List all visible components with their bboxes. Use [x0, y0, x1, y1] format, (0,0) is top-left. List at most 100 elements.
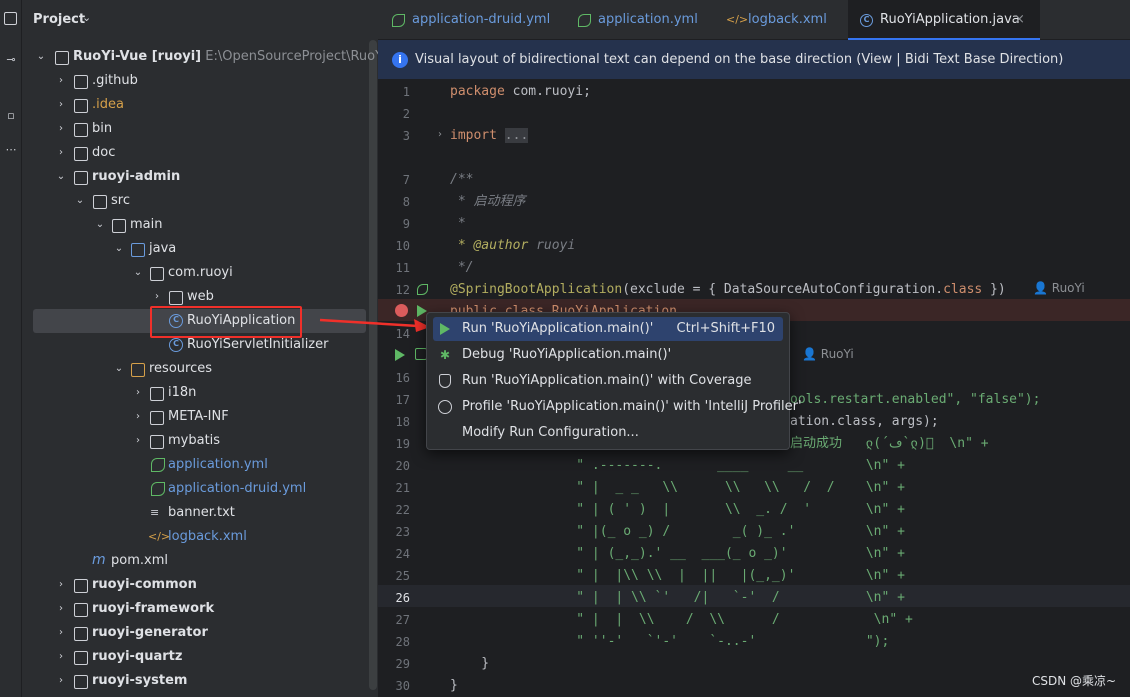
tree-item-ruoyi-admin[interactable]: ⌄ ruoyi-admin: [22, 165, 378, 189]
tree-item-label: resources: [149, 361, 213, 376]
banner-text[interactable]: Visual layout of bidirectional text can …: [415, 52, 1063, 67]
tree-item-label: application-druid.yml: [168, 481, 307, 496]
chevron-right-icon[interactable]: ›: [54, 597, 68, 621]
tree-root-ruoyi-vue[interactable]: ⌄ RuoYi-Vue [ruoyi] E:\OpenSourceProject…: [22, 45, 415, 69]
tab-label: RuoYiApplication.java: [880, 12, 1020, 27]
line-number: 17: [395, 393, 410, 407]
chevron-down-icon[interactable]: ⌄: [131, 261, 145, 285]
chevron-right-icon[interactable]: ›: [54, 69, 68, 93]
tree-item-label: ruoyi-framework: [92, 601, 215, 616]
tree-item-label: ruoyi-system: [92, 673, 188, 688]
tree-item-logback-xml[interactable]: </> logback.xml: [22, 525, 378, 549]
tree-item-main[interactable]: ⌄ main: [22, 213, 378, 237]
line-number: 21: [395, 481, 410, 495]
chevron-down-icon[interactable]: ⌄: [73, 189, 87, 213]
tree-item-label: i18n: [168, 385, 197, 400]
chevron-right-icon[interactable]: ›: [54, 645, 68, 669]
code-line-27: " | | \\ / \\ / \n" +: [498, 612, 913, 627]
module-folder-icon: [55, 51, 69, 65]
tab-ruoyiapplication-java[interactable]: C RuoYiApplication.java ×: [848, 0, 1040, 40]
tree-item-application-yml[interactable]: application.yml: [22, 453, 378, 477]
tab-logback-xml[interactable]: </> logback.xml: [726, 0, 836, 40]
tab-application-yml[interactable]: application.yml: [578, 0, 708, 40]
tree-item-label: .idea: [92, 97, 124, 112]
folder-icon: [150, 411, 164, 425]
menu-item-modify-run-configuration[interactable]: Modify Run Configuration...: [433, 421, 783, 445]
tree-item-application-druid-yml[interactable]: application-druid.yml: [22, 477, 378, 501]
tree-item-src[interactable]: ⌄ src: [22, 189, 378, 213]
line-number: 26: [395, 591, 410, 605]
tree-item-banner-txt[interactable]: ≡ banner.txt: [22, 501, 378, 525]
line-number: 28: [395, 635, 410, 649]
chevron-down-icon[interactable]: ⌄: [93, 213, 107, 237]
project-tool-icon[interactable]: [4, 12, 17, 25]
chevron-down-icon[interactable]: ⌄: [82, 11, 91, 24]
tree-item-doc[interactable]: › doc: [22, 141, 378, 165]
code-line-17: ools.restart.enabled", "false");: [790, 392, 1041, 407]
chevron-right-icon[interactable]: ›: [131, 381, 145, 405]
tree-item-label: pom.xml: [111, 553, 168, 568]
commit-tool-icon[interactable]: ⊸: [3, 52, 19, 68]
code-line-20: " .-------. ____ __ \n" +: [498, 458, 905, 473]
spring-bean-icon[interactable]: [417, 284, 428, 295]
tree-item-mybatis[interactable]: › mybatis: [22, 429, 378, 453]
chevron-right-icon[interactable]: ›: [131, 405, 145, 429]
tree-item-label: main: [130, 217, 163, 232]
tree-item-idea[interactable]: › .idea: [22, 93, 378, 117]
tree-item-github[interactable]: › .github: [22, 69, 378, 93]
tab-application-druid-yml[interactable]: application-druid.yml: [392, 0, 562, 40]
text-file-icon: ≡: [150, 506, 160, 519]
module-folder-icon: [74, 603, 88, 617]
menu-item-profile[interactable]: Profile 'RuoYiApplication.main()' with '…: [433, 395, 802, 419]
project-panel-title[interactable]: Project: [33, 12, 85, 27]
more-tools-icon[interactable]: ⋯: [3, 142, 19, 158]
structure-tool-icon[interactable]: ▫: [3, 108, 19, 124]
code-line-10: * @author ruoyi: [450, 238, 576, 253]
chevron-right-icon[interactable]: ›: [54, 93, 68, 117]
tab-label: application.yml: [598, 12, 698, 27]
line-number: 25: [395, 569, 410, 583]
tree-item-bin[interactable]: › bin: [22, 117, 378, 141]
tree-item-ruoyi-framework[interactable]: › ruoyi-framework: [22, 597, 378, 621]
tool-window-strip: ⊸ ▫ ⋯: [0, 0, 22, 697]
chevron-right-icon[interactable]: ›: [54, 669, 68, 693]
menu-item-run-with-coverage[interactable]: Run 'RuoYiApplication.main()' with Cover…: [433, 369, 783, 393]
chevron-right-icon[interactable]: ›: [54, 117, 68, 141]
line-number: 23: [395, 525, 410, 539]
fold-chevron-icon[interactable]: ›: [438, 129, 442, 140]
tree-item-ruoyi-generator[interactable]: › ruoyi-generator: [22, 621, 378, 645]
tree-item-ruoyi-system[interactable]: › ruoyi-system: [22, 669, 378, 693]
tree-item-resources[interactable]: ⌄ resources: [22, 357, 378, 381]
module-folder-icon: [74, 675, 88, 689]
chevron-down-icon[interactable]: ⌄: [112, 237, 126, 261]
run-gutter-icon[interactable]: [395, 349, 405, 361]
line-number: 9: [402, 217, 410, 231]
folder-icon: [74, 147, 88, 161]
tree-item-java[interactable]: ⌄ java: [22, 237, 378, 261]
chevron-right-icon[interactable]: ›: [54, 573, 68, 597]
tree-item-meta-inf[interactable]: › META-INF: [22, 405, 378, 429]
tree-item-com-ruoyi[interactable]: ⌄ com.ruoyi: [22, 261, 378, 285]
tree-item-label: banner.txt: [168, 505, 235, 520]
xml-file-icon: </>: [148, 530, 171, 543]
code-line-19: 启动成功 ლ(´ڡ`ლ)゙ \n" +: [790, 436, 989, 451]
chevron-right-icon[interactable]: ›: [54, 141, 68, 165]
author-hint: 👤 RuoYi: [802, 347, 854, 361]
code-line-28: " ''-' `'-' `-..-' ");: [498, 634, 890, 649]
tree-item-i18n[interactable]: › i18n: [22, 381, 378, 405]
chevron-down-icon[interactable]: ⌄: [54, 165, 68, 189]
code-line-8: * 启动程序: [450, 194, 526, 209]
tree-item-label: META-INF: [168, 409, 229, 424]
menu-item-debug[interactable]: ✱ Debug 'RuoYiApplication.main()': [433, 343, 783, 367]
code-line-11: */: [450, 260, 474, 275]
chevron-right-icon[interactable]: ›: [131, 429, 145, 453]
chevron-right-icon[interactable]: ›: [54, 621, 68, 645]
tree-item-ruoyi-quartz[interactable]: › ruoyi-quartz: [22, 645, 378, 669]
close-icon[interactable]: ×: [1014, 0, 1025, 40]
chevron-down-icon[interactable]: ⌄: [34, 45, 48, 69]
tree-item-ruoyi-common[interactable]: › ruoyi-common: [22, 573, 378, 597]
code-line-23: " |(_ o _) / _( )_ .' \n" +: [498, 524, 905, 539]
chevron-down-icon[interactable]: ⌄: [112, 357, 126, 381]
tree-item-pom-xml[interactable]: m pom.xml: [22, 549, 378, 573]
menu-item-run[interactable]: Run 'RuoYiApplication.main()' Ctrl+Shift…: [433, 317, 783, 341]
